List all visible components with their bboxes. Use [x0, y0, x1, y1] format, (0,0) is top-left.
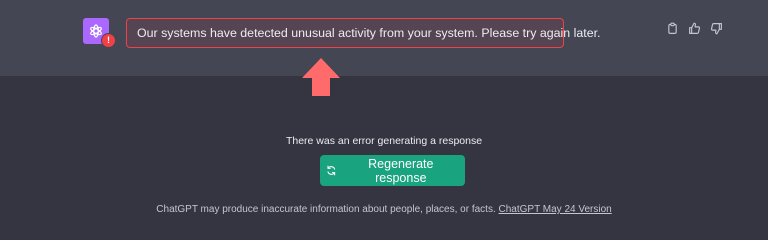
- thumbs-up-icon: [688, 22, 700, 34]
- thumbs-down-icon: [710, 22, 722, 34]
- footer-disclaimer: ChatGPT may produce inaccurate informati…: [0, 204, 768, 215]
- copy-button[interactable]: [664, 20, 680, 36]
- regenerate-response-button[interactable]: Regenerate response: [320, 155, 465, 186]
- warning-badge-icon: !: [101, 33, 116, 48]
- disclaimer-text: ChatGPT may produce inaccurate informati…: [156, 204, 496, 215]
- up-arrow-icon: [302, 58, 340, 96]
- version-link[interactable]: ChatGPT May 24 Version: [499, 204, 612, 215]
- refresh-icon: [327, 165, 336, 176]
- error-message-text: Our systems have detected unusual activi…: [137, 26, 601, 40]
- thumbs-down-button[interactable]: [708, 20, 724, 36]
- regenerate-response-label: Regenerate response: [368, 156, 434, 185]
- copy-icon: [667, 22, 677, 34]
- generation-error-text: There was an error generating a response: [285, 135, 483, 147]
- thumbs-up-button[interactable]: [686, 20, 702, 36]
- assistant-message-row: ! Our systems have detected unusual acti…: [0, 0, 768, 76]
- message-actions: [664, 20, 724, 36]
- error-message-box: Our systems have detected unusual activi…: [126, 18, 600, 48]
